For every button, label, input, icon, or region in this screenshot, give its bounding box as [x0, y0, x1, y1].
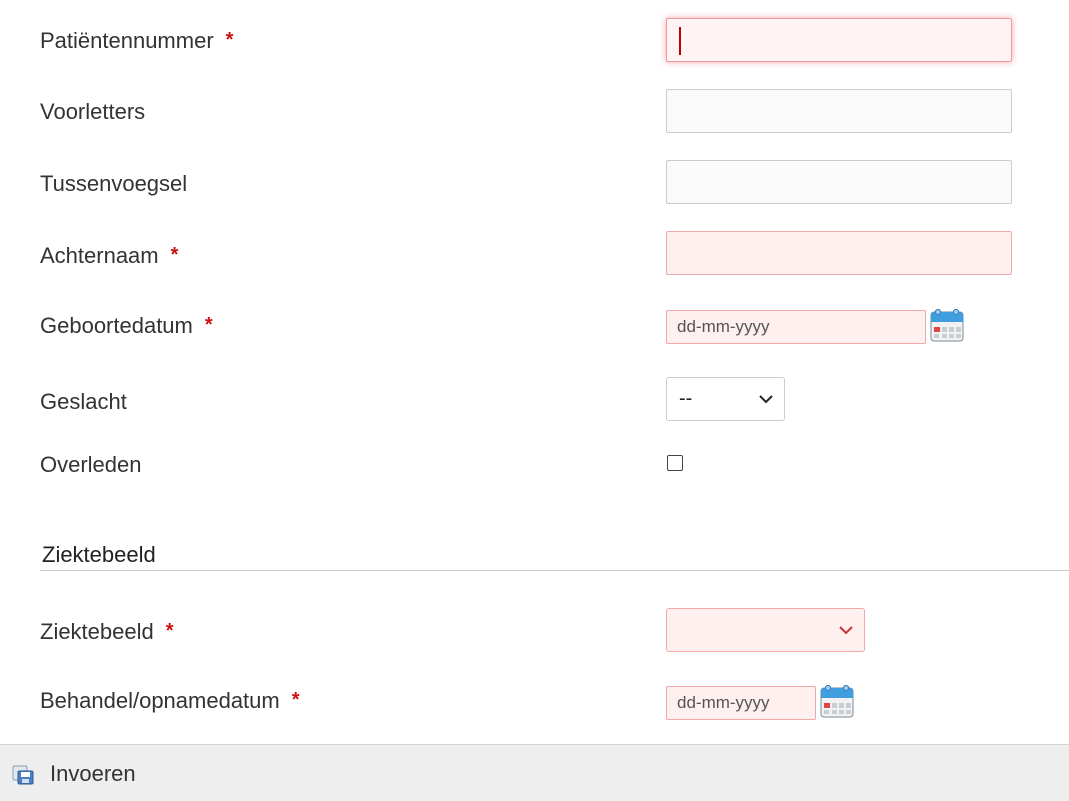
infix-label-text: Tussenvoegsel: [40, 171, 188, 196]
birth-date-input[interactable]: dd-mm-yyyy: [666, 310, 926, 344]
section-title: Ziektebeeld: [42, 542, 156, 567]
save-button-label: Invoeren: [50, 760, 136, 786]
treatment-date-label-text: Behandel/opnamedatum: [40, 688, 280, 713]
patient-number-input[interactable]: [666, 18, 1012, 62]
patient-number-label: Patiëntennummer *: [40, 28, 233, 54]
calendar-icon[interactable]: [819, 683, 855, 719]
chevron-down-icon: [759, 395, 773, 404]
deceased-label-text: Overleden: [40, 452, 142, 477]
patient-number-label-text: Patiëntennummer: [40, 28, 214, 53]
save-button[interactable]: Invoeren: [12, 745, 136, 801]
last-name-input[interactable]: [666, 231, 1012, 275]
disease-select[interactable]: [666, 608, 865, 652]
required-marker: *: [170, 244, 179, 266]
footer-bar: Invoeren: [0, 744, 1069, 801]
last-name-label: Achternaam *: [40, 243, 178, 269]
disease-label: Ziektebeeld *: [40, 619, 174, 645]
gender-label: Geslacht: [40, 389, 127, 415]
initials-label-text: Voorletters: [40, 99, 146, 124]
gender-select-value: --: [679, 387, 693, 410]
initials-input[interactable]: [666, 89, 1012, 133]
required-marker: *: [204, 314, 213, 336]
last-name-label-text: Achternaam: [40, 243, 159, 268]
treatment-date-placeholder: dd-mm-yyyy: [677, 693, 770, 712]
deceased-label: Overleden: [40, 452, 142, 478]
required-marker: *: [225, 29, 234, 51]
required-marker: *: [291, 689, 300, 711]
deceased-checkbox[interactable]: [667, 455, 683, 471]
chevron-down-icon: [839, 626, 853, 635]
birth-date-placeholder: dd-mm-yyyy: [677, 317, 770, 336]
infix-label: Tussenvoegsel: [40, 171, 187, 197]
calendar-icon[interactable]: [929, 307, 965, 343]
section-divider: [40, 570, 1069, 571]
treatment-date-label: Behandel/opnamedatum *: [40, 688, 300, 714]
gender-select[interactable]: --: [666, 377, 785, 421]
treatment-date-input[interactable]: dd-mm-yyyy: [666, 686, 816, 720]
birth-date-label: Geboortedatum *: [40, 313, 213, 339]
disease-label-text: Ziektebeeld: [40, 619, 154, 644]
gender-label-text: Geslacht: [40, 389, 127, 414]
initials-label: Voorletters: [40, 99, 145, 125]
birth-date-label-text: Geboortedatum: [40, 313, 193, 338]
save-icon: [12, 765, 34, 784]
infix-input[interactable]: [666, 160, 1012, 204]
text-cursor: [679, 27, 681, 55]
required-marker: *: [165, 620, 174, 642]
